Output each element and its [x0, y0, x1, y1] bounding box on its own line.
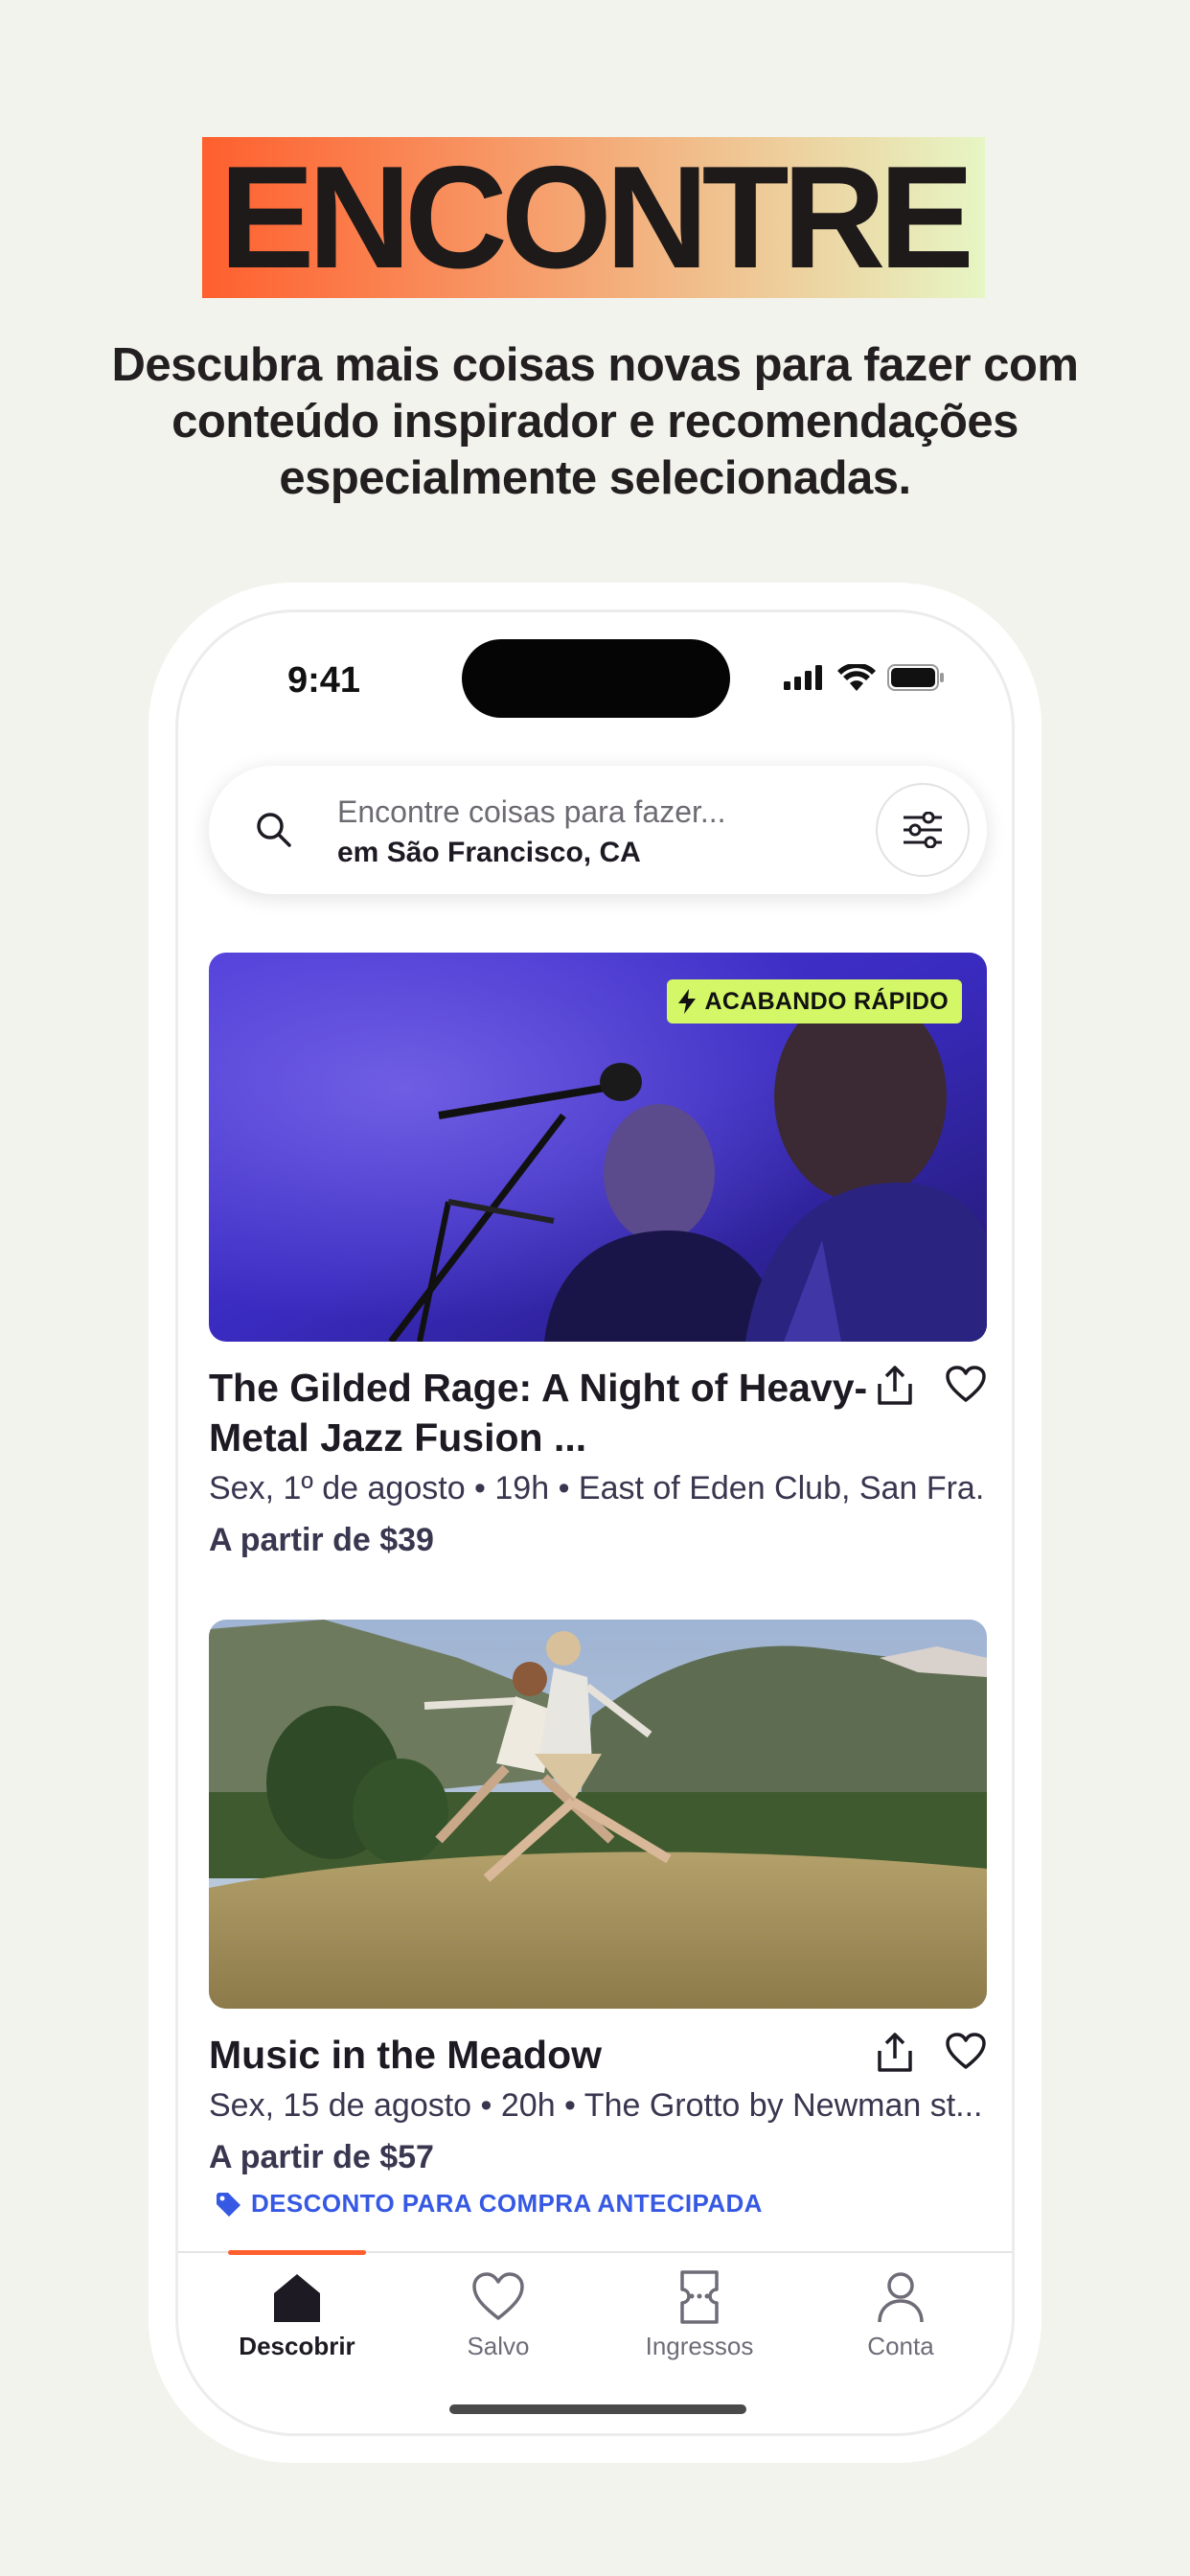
- bottom-tab-bar: Descobrir Salvo Ingressos Conta: [178, 2250, 1012, 2433]
- price-tag-icon: [217, 2192, 240, 2217]
- tab-label: Conta: [867, 2332, 934, 2360]
- event-meta: Sex, 1º de agosto • 19h • East of Eden C…: [209, 1470, 987, 1506]
- search-location: em São Francisco, CA: [337, 837, 641, 868]
- wifi-icon: [837, 664, 876, 691]
- event-price: A partir de $39: [209, 1522, 434, 1558]
- event-meta: Sex, 15 de agosto • 20h • The Grotto by …: [209, 2087, 983, 2124]
- battery-icon: [887, 664, 944, 691]
- tab-descobrir[interactable]: Descobrir: [225, 2270, 369, 2361]
- tab-label: Descobrir: [239, 2332, 355, 2360]
- urgency-badge: ACABANDO RÁPIDO: [666, 979, 962, 1024]
- home-indicator: [449, 2404, 746, 2414]
- badge-label: ACABANDO RÁPIDO: [704, 987, 949, 1015]
- cellular-signal-icon: [784, 665, 822, 690]
- concert-singers-photo[interactable]: ACABANDO RÁPIDO: [209, 953, 987, 1342]
- lightning-icon: [677, 989, 696, 1014]
- tab-ingressos[interactable]: Ingressos: [628, 2270, 771, 2361]
- event-card[interactable]: Music in the Meadow Sex, 15 de agosto • …: [209, 1620, 987, 2218]
- filter-button[interactable]: [876, 783, 970, 877]
- phone-frame: 9:41 Encontre coisas para fazer... em Sã…: [149, 583, 1041, 2463]
- phone-screen: 9:41 Encontre coisas para fazer... em Sã…: [175, 610, 1015, 2436]
- share-icon[interactable]: [876, 1365, 914, 1407]
- event-price: A partir de $57: [209, 2139, 434, 2175]
- tab-salvo[interactable]: Salvo: [426, 2270, 570, 2361]
- tab-label: Salvo: [467, 2332, 530, 2360]
- person-icon: [878, 2272, 924, 2323]
- promo-label: DESCONTO PARA COMPRA ANTECIPADA: [251, 2189, 763, 2218]
- heart-icon: [472, 2272, 524, 2320]
- status-time: 9:41: [287, 660, 361, 701]
- dynamic-island: [462, 639, 730, 718]
- search-icon: [257, 813, 291, 847]
- promo-tag: DESCONTO PARA COMPRA ANTECIPADA: [215, 2189, 763, 2219]
- heart-icon[interactable]: [945, 2032, 987, 2070]
- meadow-jumping-photo[interactable]: [209, 1620, 987, 2009]
- active-tab-indicator: [228, 2250, 366, 2255]
- event-actions: [876, 2032, 987, 2074]
- event-card[interactable]: ACABANDO RÁPIDO The Gilded Rage: A Night…: [209, 953, 987, 1558]
- home-icon: [274, 2274, 320, 2322]
- tab-conta[interactable]: Conta: [829, 2270, 973, 2361]
- search-bar[interactable]: Encontre coisas para fazer... em São Fra…: [209, 766, 987, 894]
- share-icon[interactable]: [876, 2032, 914, 2074]
- event-title[interactable]: Music in the Meadow: [209, 2030, 870, 2080]
- tab-label: Ingressos: [645, 2332, 754, 2360]
- hero-subtitle: Descubra mais coisas novas para fazer co…: [111, 339, 1079, 504]
- ticket-icon: [680, 2270, 719, 2324]
- status-icons: [784, 664, 945, 691]
- search-placeholder: Encontre coisas para fazer...: [337, 794, 726, 829]
- event-title[interactable]: The Gilded Rage: A Night of Heavy-Metal …: [209, 1363, 870, 1462]
- sliders-icon: [904, 812, 942, 848]
- event-actions: [876, 1365, 987, 1407]
- hero-banner: ENCONTRE: [202, 137, 985, 298]
- hero-title: ENCONTRE: [219, 136, 974, 299]
- heart-icon[interactable]: [945, 1365, 987, 1403]
